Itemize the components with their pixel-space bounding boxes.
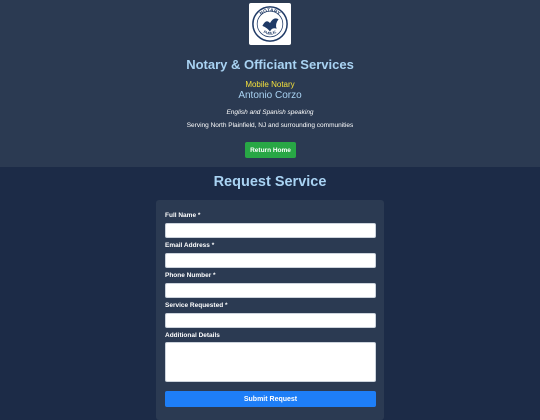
site-header: NOTARY PUBLIC Notary & Officiant Service… [0, 0, 540, 167]
person-name: Antonio Corzo [238, 90, 302, 101]
service-input[interactable] [165, 313, 376, 328]
site-title: Notary & Officiant Services [186, 57, 354, 72]
request-service-title: Request Service [213, 174, 327, 190]
email-label: Email Address * [165, 242, 215, 249]
full-name-label: Full Name * [165, 212, 201, 219]
service-label: Service Requested * [165, 302, 228, 309]
details-label: Additional Details [165, 332, 220, 339]
details-textarea[interactable] [165, 342, 376, 382]
tagline: Mobile Notary [245, 80, 295, 89]
full-name-input[interactable] [165, 223, 376, 238]
email-input[interactable] [165, 253, 376, 268]
service-area: Serving North Plainfield, NJ and surroun… [186, 122, 354, 129]
notary-seal-logo: NOTARY PUBLIC [249, 3, 291, 45]
phone-input[interactable] [165, 283, 376, 298]
notary-seal-icon: NOTARY PUBLIC [252, 6, 288, 42]
return-home-button[interactable]: Return Home [245, 142, 296, 158]
languages-note: English and Spanish speaking [226, 109, 314, 116]
phone-label: Phone Number * [165, 272, 216, 279]
